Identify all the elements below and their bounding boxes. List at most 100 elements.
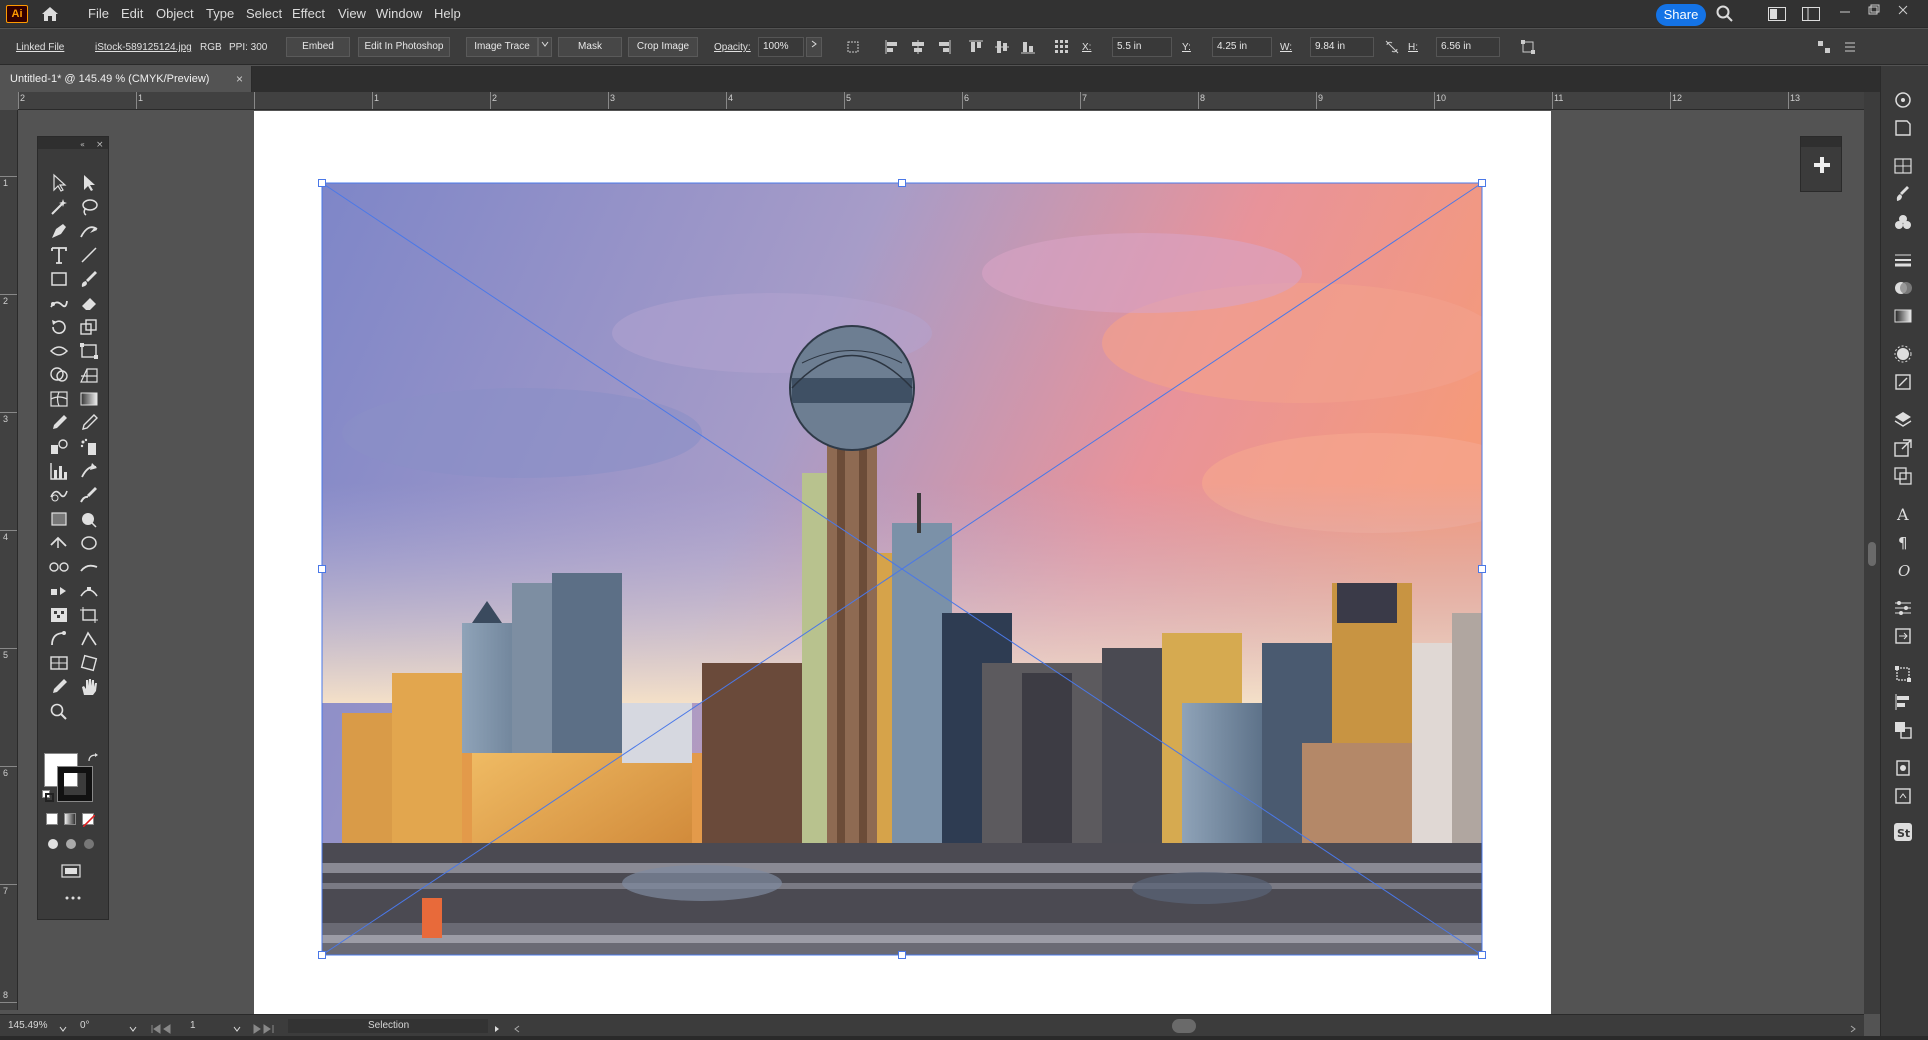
align-to-icon[interactable] xyxy=(846,39,862,55)
brushes-panel-icon[interactable] xyxy=(1893,184,1913,204)
status-menu-icon[interactable] xyxy=(492,1021,502,1032)
properties-panel-icon[interactable] xyxy=(1893,90,1913,110)
y-field[interactable]: 4.25 in xyxy=(1212,37,1272,57)
appearance-panel-icon[interactable] xyxy=(1893,344,1913,364)
crop-marks-icon[interactable] xyxy=(78,605,100,625)
zoom-dropdown-icon[interactable] xyxy=(58,1021,68,1032)
embed-button[interactable]: Embed xyxy=(286,37,350,57)
magic-wand-icon[interactable] xyxy=(48,197,70,217)
shaper-icon[interactable] xyxy=(48,293,70,313)
gradient-panel-icon[interactable] xyxy=(1893,306,1913,326)
close-tab-icon[interactable]: × xyxy=(236,72,243,86)
adobe-stock-panel-icon[interactable]: St xyxy=(1893,822,1913,842)
opacity-label[interactable]: Opacity: xyxy=(714,42,751,53)
gradient-mode-icon[interactable] xyxy=(64,813,76,825)
screen-mode-icon[interactable] xyxy=(60,863,84,881)
default-fill-stroke-icon[interactable] xyxy=(42,789,54,802)
type-tool-icon[interactable] xyxy=(48,245,70,265)
arrange-documents-icon[interactable] xyxy=(1802,7,1820,26)
anchor-point-icon[interactable] xyxy=(78,581,100,601)
free-transform-icon[interactable] xyxy=(78,341,100,361)
pen-tool-icon[interactable] xyxy=(48,221,70,241)
symbol-shifter-icon[interactable] xyxy=(48,581,70,601)
transform-icon[interactable] xyxy=(1520,39,1536,55)
perspective-grid-icon[interactable] xyxy=(78,365,100,385)
zoom-icon[interactable] xyxy=(48,701,70,721)
artboards-panel-icon[interactable] xyxy=(1893,466,1913,486)
edit-in-photoshop-button[interactable]: Edit In Photoshop xyxy=(358,37,450,57)
menu-effect[interactable]: Effect xyxy=(292,6,325,21)
curvature-icon[interactable] xyxy=(78,221,100,241)
horizontal-ruler[interactable]: 2 1 1 2 3 4 5 6 7 8 9 10 11 12 13 xyxy=(18,92,1864,110)
selection-tool-icon[interactable] xyxy=(48,173,70,193)
print-tiling-icon[interactable] xyxy=(48,653,70,673)
linked-file-link[interactable]: Linked File xyxy=(16,42,64,53)
file-name-link[interactable]: iStock-589125124.jpg xyxy=(95,42,192,53)
floating-panel-header[interactable] xyxy=(1801,137,1841,147)
lasso-icon[interactable] xyxy=(78,197,100,217)
document-tab[interactable]: Untitled-1* @ 145.49 % (CMYK/Preview) × xyxy=(0,66,252,92)
first-artboard-icon[interactable] xyxy=(150,1021,180,1034)
vertical-ruler[interactable]: 1 2 3 4 5 6 7 8 xyxy=(0,110,18,1010)
direct-selection-tool-icon[interactable] xyxy=(78,173,100,193)
puppet-warp-icon[interactable] xyxy=(48,557,70,577)
align-bottom-icon[interactable] xyxy=(1020,39,1036,55)
swap-fill-stroke-icon[interactable] xyxy=(86,751,100,763)
opentype-panel-icon[interactable]: O xyxy=(1893,560,1913,580)
image-trace-dropdown[interactable] xyxy=(538,37,552,57)
draw-inside-icon[interactable] xyxy=(82,837,96,849)
width-icon[interactable] xyxy=(48,341,70,361)
draw-normal-icon[interactable] xyxy=(46,837,60,849)
mask-button[interactable]: Mask xyxy=(558,37,622,57)
rotate-view-icon[interactable] xyxy=(78,653,100,673)
slice-icon[interactable] xyxy=(78,509,100,529)
x-field[interactable]: 5.5 in xyxy=(1112,37,1172,57)
export-panel-icon[interactable] xyxy=(1893,438,1913,458)
opacity-field[interactable]: 100% xyxy=(758,37,804,57)
live-paint-icon[interactable] xyxy=(48,533,70,553)
symbols-panel-icon[interactable] xyxy=(1893,212,1913,232)
symbol-sprayer-icon[interactable] xyxy=(78,437,100,457)
opacity-arrow-icon[interactable] xyxy=(806,37,822,57)
line-tool-icon[interactable] xyxy=(78,245,100,265)
menu-type[interactable]: Type xyxy=(206,6,234,21)
paragraph-panel-icon[interactable]: ¶ xyxy=(1893,532,1913,552)
pencil-icon[interactable] xyxy=(78,461,100,481)
share-button[interactable]: Share xyxy=(1656,4,1706,26)
ellipse-tool-icon[interactable] xyxy=(78,533,100,553)
align-panel-icon[interactable] xyxy=(1893,692,1913,712)
home-icon[interactable] xyxy=(40,5,60,23)
menu-edit[interactable]: Edit xyxy=(121,6,143,21)
none-mode-icon[interactable] xyxy=(82,813,96,828)
w-field[interactable]: 9.84 in xyxy=(1310,37,1374,57)
crop-image-button[interactable]: Crop Image xyxy=(628,37,698,57)
eraser-icon[interactable] xyxy=(78,293,100,313)
asset-export-panel-icon[interactable] xyxy=(1893,626,1913,646)
constrain-proportions-icon[interactable] xyxy=(1384,39,1400,55)
align-right-icon[interactable] xyxy=(936,39,952,55)
rotation-field[interactable]: 0° xyxy=(80,1020,90,1031)
reference-point-icon[interactable] xyxy=(1054,39,1070,55)
rectangle-tool-icon[interactable] xyxy=(48,269,70,289)
blob-brush-icon[interactable] xyxy=(78,485,100,505)
character-panel-icon[interactable]: A xyxy=(1893,504,1913,524)
artboard-tool-icon[interactable] xyxy=(48,509,70,529)
w-label[interactable]: W: xyxy=(1280,42,1292,53)
measure-icon[interactable] xyxy=(78,413,100,433)
column-graph-icon[interactable] xyxy=(48,461,70,481)
gradient-icon[interactable] xyxy=(78,389,100,409)
graphic-styles-panel-icon[interactable] xyxy=(1893,372,1913,392)
rotation-dropdown-icon[interactable] xyxy=(128,1021,138,1032)
selection-bounding-box[interactable] xyxy=(318,179,1486,959)
swatches-panel-icon[interactable] xyxy=(1893,156,1913,176)
reshape-icon[interactable] xyxy=(48,629,70,649)
menu-options-icon[interactable] xyxy=(1842,39,1858,55)
align-top-icon[interactable] xyxy=(968,39,984,55)
menu-file[interactable]: File xyxy=(88,6,109,21)
menu-select[interactable]: Select xyxy=(246,6,282,21)
chart-pattern-icon[interactable] xyxy=(48,605,70,625)
align-center-icon[interactable] xyxy=(910,39,926,55)
zoom-level-field[interactable]: 145.49% xyxy=(8,1020,47,1031)
horizontal-scroll-thumb[interactable] xyxy=(1172,1019,1196,1033)
color-mode-icon[interactable] xyxy=(46,813,58,825)
